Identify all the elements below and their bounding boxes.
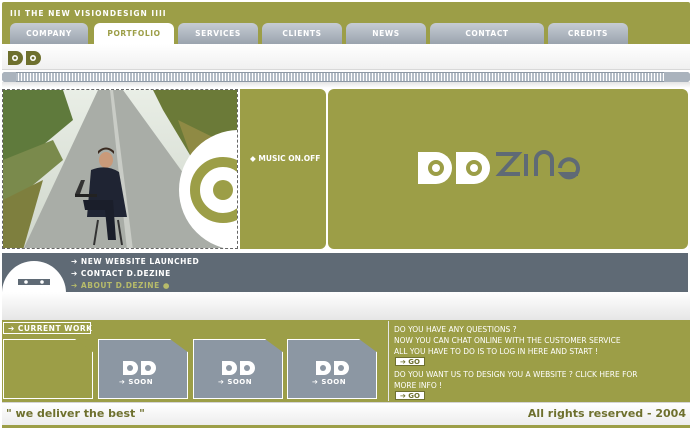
soon-logo-icon bbox=[316, 361, 349, 375]
design-line-1: DO YOU WANT US TO DESIGN YOU A WEBSITE ?… bbox=[394, 370, 638, 379]
footer-rule bbox=[2, 425, 690, 428]
bullet-icon: ● bbox=[162, 281, 170, 290]
info-divider bbox=[388, 321, 389, 401]
arrow-right-icon: ➔ bbox=[399, 357, 409, 366]
tab-clients[interactable]: CLIENTS bbox=[262, 23, 342, 44]
tile-label: ➔ SOON bbox=[119, 378, 154, 386]
news-item-launched[interactable]: ➔ NEW WEBSITE LAUNCHED bbox=[71, 257, 199, 266]
arrow-right-icon: ➔ bbox=[71, 269, 78, 278]
design-go-button[interactable]: ➔ GO bbox=[395, 391, 425, 400]
news-item-contact[interactable]: ➔ CONTACT D.DEZINE bbox=[71, 269, 171, 278]
decorative-scroll-bar bbox=[2, 72, 690, 82]
arrow-right-icon: ➔ bbox=[312, 378, 322, 386]
arrow-right-icon: ➔ bbox=[71, 257, 78, 266]
tab-portfolio[interactable]: PORTFOLIO bbox=[94, 23, 174, 44]
footer-copyright: All rights reserved - 2004 bbox=[527, 407, 686, 420]
current-work-heading: ➔ CURRENT WORK bbox=[3, 322, 92, 334]
tab-services[interactable]: SERVICES bbox=[178, 23, 258, 44]
scroll-bar-left-cap bbox=[2, 72, 16, 82]
tab-news[interactable]: NEWS bbox=[346, 23, 426, 44]
tile-label: ➔ SOON bbox=[218, 378, 253, 386]
arrow-right-icon: ➔ bbox=[399, 391, 409, 400]
chat-line-2: NOW YOU CAN CHAT ONLINE WITH THE CUSTOME… bbox=[394, 336, 621, 345]
chat-line-1: DO YOU HAVE ANY QUESTIONS ? bbox=[394, 325, 517, 334]
design-line-2: MORE INFO ! bbox=[394, 381, 443, 390]
work-tile-empty bbox=[3, 339, 93, 399]
tab-company[interactable]: COMPANY bbox=[10, 23, 88, 44]
chat-go-button[interactable]: ➔ GO bbox=[395, 357, 425, 366]
work-tile-soon-2[interactable]: ➔ SOON bbox=[193, 339, 283, 399]
news-logo bbox=[2, 253, 66, 292]
hero-side-panel bbox=[239, 89, 326, 249]
brand-logo bbox=[418, 150, 580, 184]
arrow-right-icon: ➔ bbox=[119, 378, 129, 386]
tab-credits[interactable]: CREDITS bbox=[548, 23, 628, 44]
logo-row bbox=[2, 44, 690, 70]
divider-strip bbox=[2, 82, 690, 88]
tile-label: ➔ SOON bbox=[312, 378, 347, 386]
divider-band bbox=[2, 292, 690, 320]
scroll-bar-right-cap bbox=[664, 72, 690, 82]
arrow-right-icon: ➔ bbox=[218, 378, 228, 386]
site-title: III THE NEW VISIONDESIGN IIII bbox=[10, 9, 167, 18]
arrow-right-icon: ➔ bbox=[71, 281, 78, 290]
soon-logo-icon bbox=[123, 361, 156, 375]
chat-line-3: ALL YOU HAVE TO DO IS TO LOG IN HERE AND… bbox=[394, 347, 598, 356]
work-tile-soon-3[interactable]: ➔ SOON bbox=[287, 339, 377, 399]
hero-photo bbox=[2, 89, 238, 249]
music-toggle-label: MUSIC ON.OFF bbox=[258, 154, 321, 163]
site-logo[interactable] bbox=[6, 47, 46, 67]
arrow-right-icon: ➔ bbox=[8, 323, 18, 333]
news-item-about[interactable]: ➔ ABOUT D.DEZINE ● bbox=[71, 281, 170, 290]
tab-contact[interactable]: CONTACT bbox=[430, 23, 544, 44]
music-toggle[interactable]: ◆ MUSIC ON.OFF bbox=[250, 154, 320, 163]
work-tile-soon-1[interactable]: ➔ SOON bbox=[98, 339, 188, 399]
soon-logo-icon bbox=[222, 361, 255, 375]
footer-slogan: " we deliver the best " bbox=[6, 407, 145, 420]
diamond-icon: ◆ bbox=[250, 154, 256, 163]
